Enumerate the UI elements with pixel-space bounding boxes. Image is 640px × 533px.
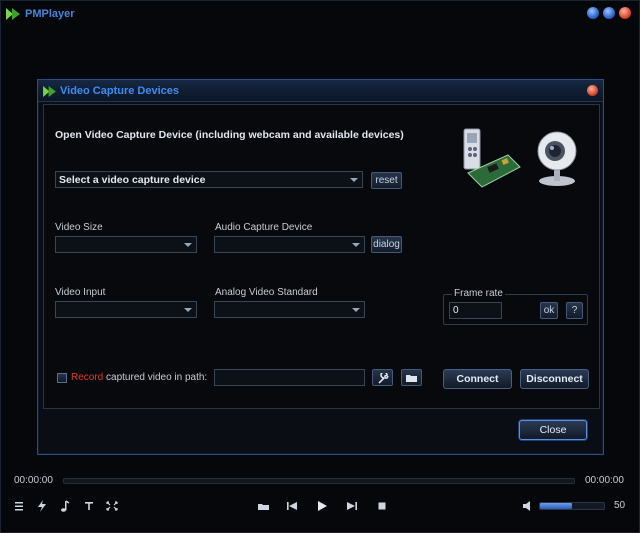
frame-rate-input[interactable]: [449, 302, 502, 319]
frame-rate-label: Frame rate: [452, 288, 505, 299]
chevron-down-icon: [184, 243, 192, 247]
dialog-close-button-bottom[interactable]: Close: [519, 420, 587, 440]
chevron-down-icon: [352, 243, 360, 247]
settings-wrench-button[interactable]: [372, 369, 393, 386]
dialog-titlebar[interactable]: Video Capture Devices: [38, 80, 603, 102]
text-icon: [85, 502, 93, 510]
browse-folder-button[interactable]: [401, 369, 422, 386]
wrench-icon: [378, 373, 389, 384]
open-file-button[interactable]: [257, 498, 273, 514]
chevron-down-icon: [184, 308, 192, 312]
chevron-down-icon: [352, 308, 360, 312]
play-button[interactable]: [315, 498, 331, 514]
frame-rate-help-button[interactable]: ?: [566, 302, 583, 319]
effects-button[interactable]: [36, 498, 52, 514]
dialog-close-button[interactable]: [587, 85, 598, 96]
analog-standard-label: Analog Video Standard: [215, 287, 318, 298]
menu-button[interactable]: [13, 498, 29, 514]
video-input-label: Video Input: [55, 287, 106, 298]
chevron-down-icon: [350, 178, 358, 182]
record-word: Record: [71, 372, 104, 383]
webcam-icon: [537, 131, 577, 186]
app-logo-icon: [6, 8, 20, 20]
audio-device-label: Audio Capture Device: [215, 222, 313, 233]
dialog-content-panel: Open Video Capture Device (including web…: [43, 104, 600, 409]
subtitle-button[interactable]: [83, 498, 99, 514]
frame-rate-ok-button[interactable]: ok: [540, 302, 558, 319]
stop-button[interactable]: [375, 498, 391, 514]
play-icon: [318, 501, 327, 511]
open-folder-icon: [258, 504, 269, 510]
app-window: PMPlayer Video Capture Devices Open Vide…: [0, 0, 640, 533]
fullscreen-button[interactable]: [105, 498, 121, 514]
disconnect-button[interactable]: Disconnect: [520, 369, 589, 389]
music-note-icon: [61, 500, 70, 512]
dialog-heading: Open Video Capture Device (including web…: [55, 129, 404, 141]
next-button[interactable]: [345, 498, 361, 514]
dialog-logo-icon: [43, 86, 56, 97]
capture-device-select-value: Select a video capture device: [59, 174, 206, 186]
record-label-rest: captured video in path:: [106, 372, 208, 383]
menu-icon: [15, 502, 23, 511]
dialog-button[interactable]: dialog: [371, 236, 402, 253]
previous-button[interactable]: [285, 498, 301, 514]
record-path-input[interactable]: [214, 369, 365, 386]
video-size-label: Video Size: [55, 222, 103, 233]
volume-value: 50: [614, 500, 626, 511]
dialog-title: Video Capture Devices: [60, 85, 180, 97]
analog-standard-select[interactable]: [214, 301, 365, 318]
record-label: Record captured video in path:: [71, 372, 207, 383]
app-title: PMPlayer: [25, 8, 75, 20]
volume-icon: [523, 501, 530, 511]
minimize-button[interactable]: [587, 7, 599, 19]
time-total: 00:00:00: [585, 475, 624, 486]
frame-rate-field[interactable]: [450, 303, 501, 318]
fullscreen-icon: [106, 501, 118, 511]
mute-button[interactable]: [521, 498, 537, 514]
previous-icon: [287, 502, 297, 510]
reset-button[interactable]: reset: [371, 172, 402, 189]
seek-bar[interactable]: [63, 478, 575, 484]
lightning-icon: [38, 500, 46, 512]
close-window-button[interactable]: [619, 7, 631, 19]
stop-icon: [378, 502, 386, 510]
audio-button[interactable]: [59, 498, 75, 514]
capture-card-icon: [463, 128, 521, 188]
audio-device-select[interactable]: [214, 236, 365, 253]
volume-slider[interactable]: [539, 502, 605, 510]
video-input-select[interactable]: [55, 301, 197, 318]
app-titlebar[interactable]: PMPlayer: [1, 1, 639, 27]
next-icon: [347, 502, 357, 510]
video-capture-dialog: Video Capture Devices Open Video Capture…: [37, 79, 604, 455]
maximize-button[interactable]: [603, 7, 615, 19]
time-current: 00:00:00: [14, 475, 53, 486]
record-path-field[interactable]: [215, 370, 364, 385]
connect-button[interactable]: Connect: [443, 369, 512, 389]
video-size-select[interactable]: [55, 236, 197, 253]
capture-device-select[interactable]: Select a video capture device: [55, 171, 363, 188]
folder-icon: [406, 375, 417, 382]
record-checkbox[interactable]: [57, 373, 67, 383]
volume-level: [540, 503, 572, 509]
